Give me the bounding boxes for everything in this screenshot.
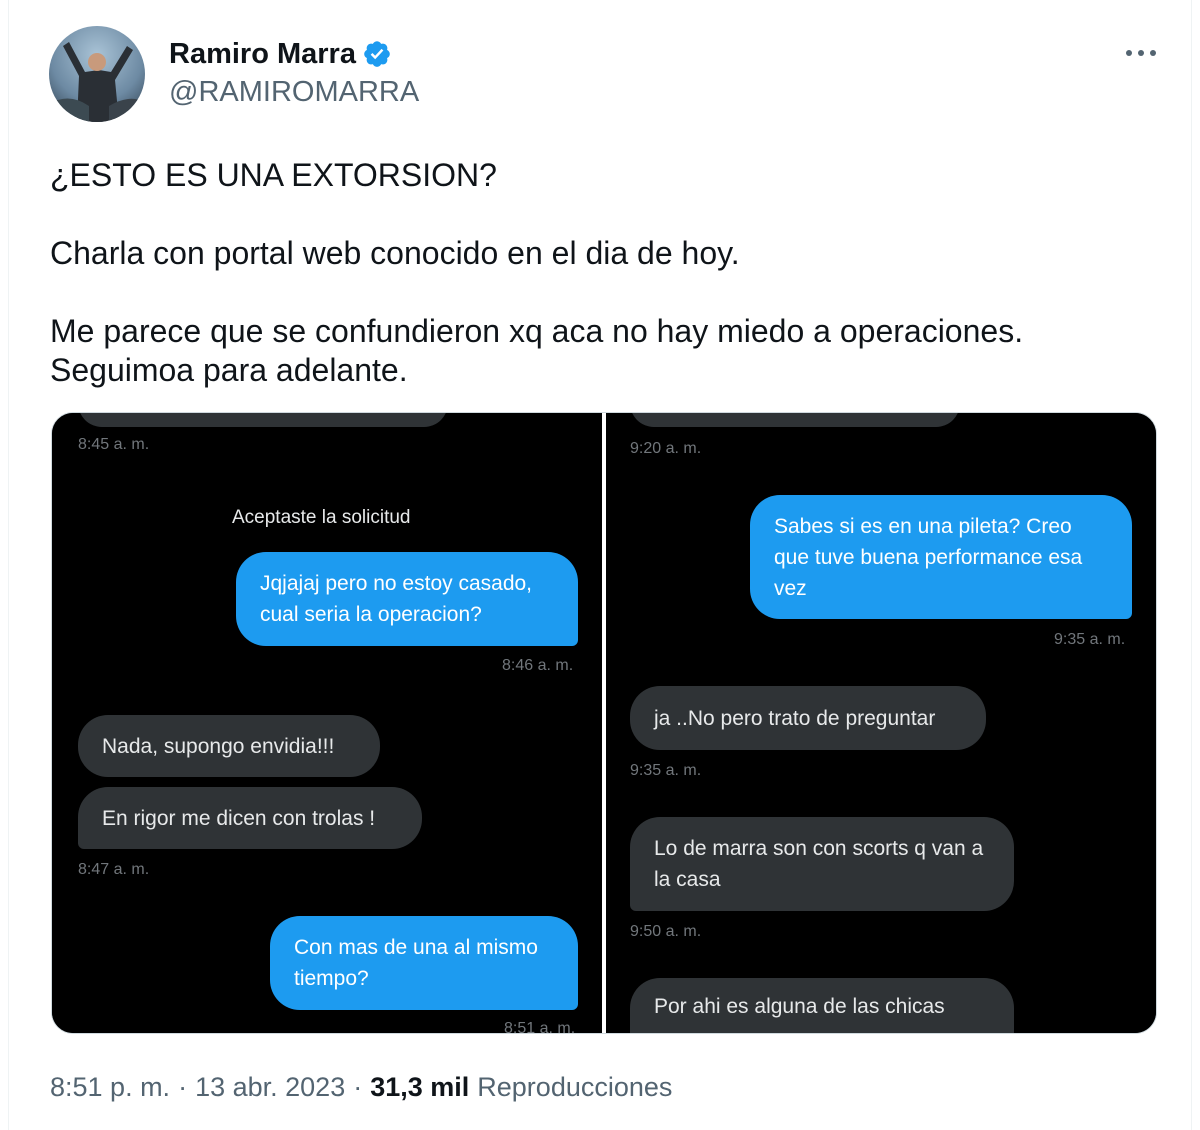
message-timestamp: 9:50 a. m. — [630, 923, 702, 940]
tweet-text: ¿ESTO ES UNA EXTORSION? Charla con porta… — [50, 156, 1150, 390]
message-text: Por ahi es alguna de las chicas — [654, 995, 945, 1018]
message-timestamp: 9:35 a. m. — [630, 762, 702, 779]
views-label: Reproducciones — [477, 1072, 673, 1102]
message-timestamp: 9:20 a. m. — [630, 440, 702, 457]
message-bubble-outgoing: Sabes si es en una pileta? Creo que tuve… — [750, 495, 1132, 619]
message-bubble-cropped — [78, 413, 448, 427]
message-bubble-outgoing: Jqjajaj pero no estoy casado, cual seria… — [236, 552, 578, 646]
system-note: Aceptaste la solicitud — [232, 507, 411, 528]
message-text: Jqjajaj pero no estoy casado, cual seria… — [260, 572, 533, 626]
avatar-photo — [49, 26, 145, 122]
message-bubble-incoming: Lo de marra son con scorts q van a la ca… — [630, 817, 1014, 911]
message-text: Sabes si es en una pileta? Creo que tuve… — [774, 514, 1083, 600]
message-bubble-incoming: ja ..No pero trato de preguntar — [630, 686, 986, 750]
tweet-card: Ramiro Marra @RAMIROMARRA ¿ESTO ES UNA E… — [8, 0, 1192, 1130]
tweet-date[interactable]: 13 abr. 2023 — [195, 1072, 345, 1103]
message-bubble-cropped — [630, 413, 960, 427]
tweet-metadata: 8:51 p. m. · 13 abr. 2023 · 31,3 mil Rep… — [50, 1072, 672, 1103]
meta-separator: · — [353, 1072, 363, 1102]
message-timestamp: 9:35 a. m. — [1054, 631, 1126, 648]
message-timestamp: 8:46 a. m. — [502, 657, 574, 674]
message-text: Nada, supongo envidia!!! — [102, 734, 335, 758]
media-image-right[interactable]: 9:20 a. m. Sabes si es en una pileta? Cr… — [606, 413, 1156, 1033]
message-bubble-incoming: Por ahi es alguna de las chicas — [630, 978, 1014, 1033]
message-timestamp: 8:45 a. m. — [78, 436, 150, 453]
tweet-time[interactable]: 8:51 p. m. — [50, 1072, 170, 1103]
message-bubble-incoming: Nada, supongo envidia!!! — [78, 715, 380, 777]
media-image-left[interactable]: 8:45 a. m. Aceptaste la solicitud Jqjaja… — [52, 413, 602, 1034]
meta-separator: · — [178, 1072, 188, 1102]
tweet-paragraph: Charla con portal web conocido en el dia… — [50, 235, 740, 271]
views-count[interactable]: 31,3 mil — [370, 1072, 469, 1103]
message-text: Lo de marra son con scorts q van a la ca… — [654, 837, 984, 891]
author-name[interactable]: Ramiro Marra — [169, 38, 356, 71]
message-text: En rigor me dicen con trolas ! — [102, 806, 376, 830]
author-name-row: Ramiro Marra — [169, 36, 392, 72]
verified-badge-icon — [362, 39, 392, 69]
message-bubble-outgoing: Con mas de una al mismo tiempo? — [270, 916, 578, 1010]
media-attachment[interactable]: 8:45 a. m. Aceptaste la solicitud Jqjaja… — [51, 412, 1157, 1034]
avatar[interactable] — [49, 26, 145, 122]
message-timestamp: 8:47 a. m. — [78, 861, 150, 878]
tweet-paragraph: Me parece que se confundieron xq aca no … — [50, 313, 1024, 388]
more-options-icon[interactable] — [1119, 36, 1163, 70]
message-text: ja ..No pero trato de preguntar — [654, 706, 936, 730]
message-bubble-incoming: En rigor me dicen con trolas ! — [78, 787, 422, 849]
author-handle[interactable]: @RAMIROMARRA — [169, 76, 419, 109]
tweet-paragraph: ¿ESTO ES UNA EXTORSION? — [50, 157, 497, 193]
message-text: Con mas de una al mismo tiempo? — [294, 936, 538, 990]
message-timestamp: 8:51 a. m. — [504, 1020, 576, 1034]
